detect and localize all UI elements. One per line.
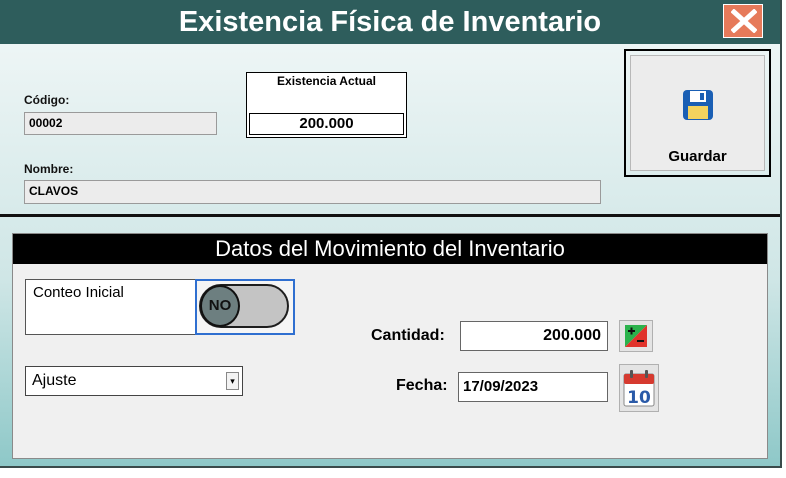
- codigo-label: Código:: [24, 93, 70, 107]
- tipo-movimiento-value: Ajuste: [32, 372, 77, 389]
- title-bar: Existencia Física de Inventario: [0, 0, 780, 44]
- save-button-label: Guardar: [668, 148, 727, 165]
- conteo-inicial-box: Conteo Inicial NO: [25, 279, 295, 335]
- codigo-field[interactable]: 00002: [24, 112, 217, 135]
- existencia-value: 200.000: [249, 113, 404, 135]
- movimiento-panel: Datos del Movimiento del Inventario Cont…: [12, 233, 768, 459]
- chevron-down-icon[interactable]: ▾: [226, 372, 239, 390]
- fecha-label: Fecha:: [396, 377, 448, 394]
- calculator-button[interactable]: [619, 320, 653, 352]
- plus-minus-icon: [625, 325, 647, 347]
- existencia-label: Existencia Actual: [277, 74, 376, 88]
- calendar-day: 10: [627, 388, 651, 408]
- toggle-knob: NO: [200, 285, 240, 327]
- inventory-window: Existencia Física de Inventario Código: …: [0, 0, 782, 468]
- tipo-movimiento-select[interactable]: Ajuste ▾: [25, 366, 243, 396]
- nombre-field[interactable]: CLAVOS: [24, 180, 601, 204]
- existencia-actual-box: Existencia Actual 200.000: [246, 72, 407, 138]
- save-button-frame: Guardar: [624, 49, 771, 177]
- save-button[interactable]: Guardar: [630, 55, 765, 171]
- calendar-button[interactable]: 10: [619, 364, 659, 412]
- fecha-input[interactable]: 17/09/2023: [458, 372, 608, 402]
- calendar-icon: 10: [623, 370, 655, 408]
- conteo-inicial-label: Conteo Inicial: [33, 284, 124, 301]
- close-button[interactable]: [723, 4, 763, 38]
- cantidad-input[interactable]: 200.000: [460, 321, 608, 351]
- cantidad-label: Cantidad:: [371, 327, 445, 344]
- floppy-disk-icon: [683, 90, 713, 120]
- section-divider: [0, 214, 780, 217]
- window-title: Existencia Física de Inventario: [178, 6, 602, 38]
- close-x-icon: [731, 9, 757, 33]
- conteo-inicial-toggle[interactable]: NO: [195, 279, 295, 335]
- toggle-track: NO: [199, 284, 289, 328]
- nombre-label: Nombre:: [24, 162, 74, 176]
- movimiento-title: Datos del Movimiento del Inventario: [13, 234, 767, 264]
